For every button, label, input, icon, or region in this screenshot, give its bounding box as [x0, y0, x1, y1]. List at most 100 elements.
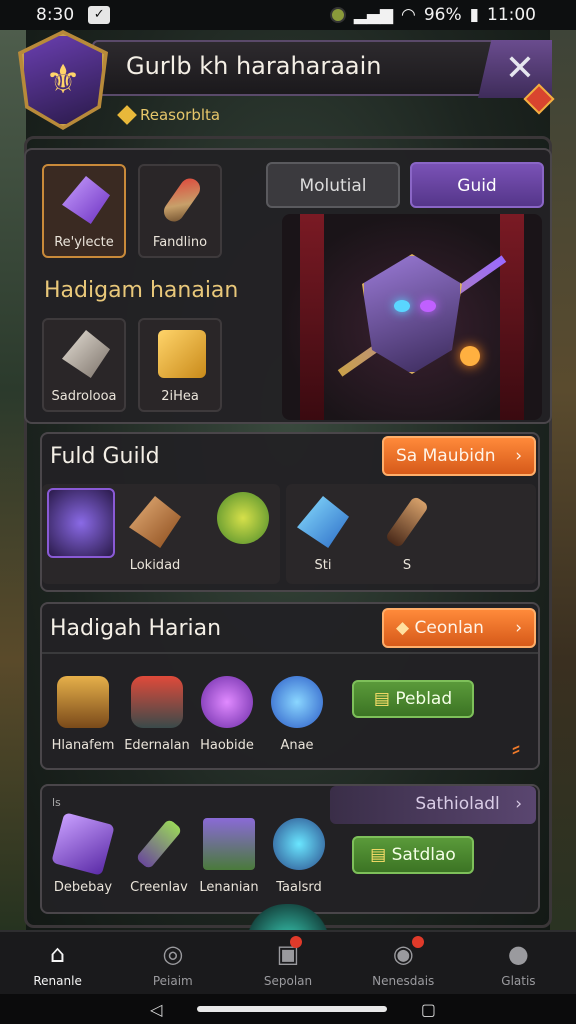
nav-label: Nenesdais [372, 974, 435, 988]
slot-label: Re'ylecte [54, 235, 114, 250]
header: ⚜ Gurlb kh haraharaain ✕ Reasorblta [18, 30, 555, 132]
bottom-item-1[interactable]: Debebay [46, 812, 120, 895]
chevron-right-icon: › [515, 794, 522, 814]
item-label: Anae [280, 738, 314, 753]
guild-action-label: Sa Maubidn [396, 446, 496, 466]
slot-sadrolooa[interactable]: Sadrolooa [42, 318, 126, 412]
status-time: 8:30 [36, 5, 75, 25]
signal-icon: ▂▄▆ [353, 5, 393, 25]
slot-label: Fandlino [152, 235, 208, 250]
slot-label: 2iHea [161, 389, 199, 404]
tab-guild[interactable]: Guid [410, 162, 544, 208]
nav-label: Peiaim [152, 974, 193, 988]
guild-weapon-artwork [282, 214, 542, 420]
system-nav-bar: ◁ ▢ [0, 994, 576, 1024]
nav-item-profile[interactable]: ● Glatis [461, 932, 576, 994]
item-label: Taalsrd [276, 880, 322, 895]
wifi-icon: ◠ [401, 5, 416, 25]
peblad-button[interactable]: ▤ Peblad [352, 680, 474, 718]
chevron-right-icon: › [515, 618, 522, 638]
back-icon[interactable]: ◁ [150, 1000, 162, 1019]
slot-label: Sadrolooa [51, 389, 117, 404]
gem-icon: ◆ [396, 618, 410, 638]
wand-icon [135, 818, 183, 870]
bottom-item-4[interactable]: Taalsrd [262, 818, 336, 895]
sub-label-text: Reasorblta [140, 106, 221, 124]
guild-action-button[interactable]: Sa Maubidn › [382, 436, 536, 476]
bottom-item-3[interactable]: Lenanian [192, 818, 266, 895]
guild-item-2[interactable]: Lokidad [118, 496, 192, 573]
cauldron-icon [131, 676, 183, 728]
slot-zihea[interactable]: 2iHea [138, 318, 222, 412]
swirl-gem-icon [201, 676, 253, 728]
item-label: Hlanafem [51, 738, 115, 753]
header-sub-label: Reasorblta [117, 105, 221, 125]
section-title-harian: Hadigah Harian [50, 616, 222, 641]
item-label: Edernalan [124, 738, 190, 753]
battery-icon: ▮ [469, 5, 479, 25]
harian-action-label: Ceonlan [414, 618, 484, 638]
notification-icon: ✓ [88, 6, 111, 24]
status-battery: 96% [423, 5, 462, 25]
slot-fandlino[interactable]: Fandlino [138, 164, 222, 258]
status-clock: 11:00 [487, 5, 536, 25]
box-icon [203, 818, 255, 870]
guild-item-4[interactable]: Sti [286, 496, 360, 573]
guild-item-1[interactable] [44, 488, 118, 558]
nav-item-search[interactable]: ◎ Peiaim [115, 932, 230, 994]
item-label: Sti [314, 558, 332, 573]
item-label: Haobide [200, 738, 254, 753]
profile-icon: ● [507, 940, 529, 968]
coin-stack-icon: ▤ [373, 689, 390, 709]
chevron-right-icon: › [515, 446, 522, 466]
chest-icon [57, 676, 109, 728]
purple-cube-icon [51, 812, 115, 876]
purple-crystal-icon [62, 176, 110, 224]
coin-stack-icon: ▤ [370, 845, 387, 865]
item-label: Creenlav [130, 880, 188, 895]
item-label: Lenanian [199, 880, 259, 895]
bottom-nav: ⌂ Renanle ◎ Peiaim ▣ Sepolan ◉ Nenesdais… [0, 930, 576, 994]
pickaxe-icon: ⸗ [512, 734, 520, 762]
nav-item-home[interactable]: ⌂ Renanle [0, 932, 115, 994]
search-icon: ◎ [162, 940, 184, 968]
nav-label: Glatis [501, 974, 536, 988]
scroll-icon [160, 174, 204, 226]
slot-reflecte[interactable]: Re'ylecte [42, 164, 126, 258]
recents-icon[interactable]: ▢ [421, 1000, 436, 1019]
sathioladl-button[interactable]: Sathioladl › [330, 786, 536, 824]
harian-item-4[interactable]: Anae [260, 676, 334, 753]
blue-orb-icon [271, 676, 323, 728]
herb-icon [217, 492, 269, 544]
nav-item-messages[interactable]: ◉ Nenesdais [346, 932, 461, 994]
nav-label: Sepolan [263, 974, 313, 988]
nav-label: Renanle [33, 974, 82, 988]
harian-action-button[interactable]: ◆ Ceonlan › [382, 608, 536, 648]
app-status-icon [329, 7, 346, 23]
satdlao-button[interactable]: ▤ Satdlao [352, 836, 474, 874]
guild-item-5[interactable]: S [370, 495, 444, 573]
bottom-item-2[interactable]: Creenlav [122, 818, 196, 895]
home-icon: ⌂ [49, 940, 66, 968]
home-pill[interactable] [196, 1006, 387, 1012]
peblad-label: Peblad [395, 689, 453, 709]
satdlao-label: Satdlao [391, 845, 456, 865]
guild-item-3[interactable] [206, 492, 280, 544]
eye-left-icon [394, 300, 410, 312]
section-title-guild: Fuld Guild [50, 444, 160, 469]
harian-item-1[interactable]: Hlanafem [46, 676, 120, 753]
sathioladl-label: Sathioladl [415, 794, 500, 814]
harian-item-3[interactable]: Haobide [190, 676, 264, 753]
blue-crystal-icon [297, 496, 349, 548]
gold-dice-icon [158, 330, 206, 378]
eye-right-icon [420, 300, 436, 312]
notification-badge [411, 936, 424, 948]
tab-molutial[interactable]: Molutial [266, 162, 400, 208]
nav-item-camera[interactable]: ▣ Sepolan [230, 932, 345, 994]
wing-shard-icon [129, 496, 181, 548]
corner-label: ls [52, 796, 61, 809]
harian-item-2[interactable]: Edernalan [120, 676, 194, 753]
item-label: Debebay [53, 880, 113, 895]
purple-gem-icon [47, 488, 115, 558]
background-left [0, 30, 26, 930]
